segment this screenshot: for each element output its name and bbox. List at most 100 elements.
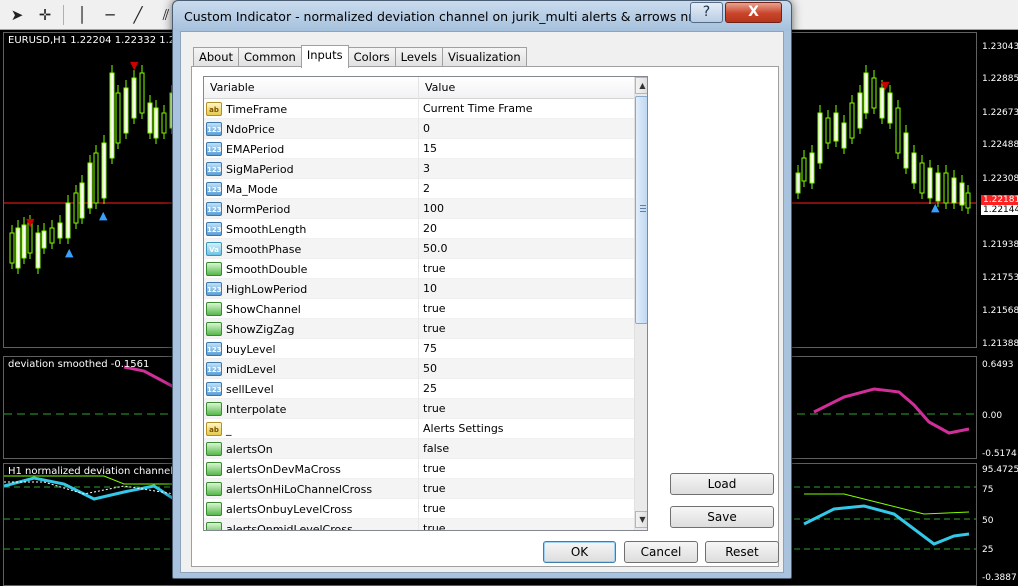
value-cell[interactable]: false <box>419 439 634 459</box>
value-cell[interactable]: 10 <box>419 279 634 299</box>
value-cell[interactable]: Alerts Settings <box>419 419 634 439</box>
dbl-type-icon: Va <box>206 242 222 256</box>
bool-type-icon <box>206 502 222 516</box>
value-cell[interactable]: true <box>419 459 634 479</box>
value-cell[interactable]: 100 <box>419 199 634 219</box>
value-cell[interactable]: true <box>419 519 634 530</box>
crosshair-icon[interactable]: ✛ <box>32 3 58 27</box>
variable-name: SmoothDouble <box>226 262 308 276</box>
deviation-label: deviation smoothed -0.1561 <box>8 359 150 370</box>
scroll-thumb[interactable] <box>635 96 647 324</box>
ok-button[interactable]: OK <box>543 541 616 563</box>
input-row[interactable]: 123 buyLevel 75 <box>204 339 634 359</box>
value-cell[interactable]: true <box>419 319 634 339</box>
input-row[interactable]: ab _ Alerts Settings <box>204 419 634 439</box>
variable-column-header[interactable]: Variable <box>204 77 419 99</box>
input-row[interactable]: 123 sellLevel 25 <box>204 379 634 399</box>
value-cell[interactable]: true <box>419 399 634 419</box>
bool-type-icon <box>206 402 222 416</box>
load-button[interactable]: Load <box>670 473 774 495</box>
tab-levels[interactable]: Levels <box>394 47 443 67</box>
tab-visualization[interactable]: Visualization <box>441 47 527 67</box>
input-row[interactable]: Interpolate true <box>204 399 634 419</box>
candle-body <box>41 230 47 249</box>
cancel-button[interactable]: Cancel <box>624 541 698 563</box>
scroll-down-button[interactable]: ▼ <box>635 511 647 528</box>
value-cell[interactable]: true <box>419 259 634 279</box>
input-row[interactable]: ShowZigZag true <box>204 319 634 339</box>
cursor-icon[interactable]: ➤ <box>4 3 30 27</box>
value-cell[interactable]: true <box>419 499 634 519</box>
grid-scrollbar[interactable]: ▲ ▼ <box>634 77 647 530</box>
vertical-line-icon[interactable]: │ <box>69 3 95 27</box>
input-row[interactable]: 123 Ma_Mode 2 <box>204 179 634 199</box>
value-cell[interactable]: Current Time Frame <box>419 99 634 119</box>
price-tick: 1.21938 <box>982 240 1018 250</box>
buy-arrow-icon: ▲ <box>99 209 108 222</box>
int-type-icon: 123 <box>206 382 222 396</box>
variable-name: buyLevel <box>226 342 276 356</box>
tab-common[interactable]: Common <box>238 47 302 67</box>
input-row[interactable]: 123 SigMaPeriod 3 <box>204 159 634 179</box>
scroll-up-button[interactable]: ▲ <box>635 77 647 94</box>
input-row[interactable]: ShowChannel true <box>204 299 634 319</box>
variable-cell: Va SmoothPhase <box>204 239 419 259</box>
tab-inputs[interactable]: Inputs <box>300 45 349 68</box>
buy-arrow-icon: ▲ <box>65 246 74 259</box>
reset-button[interactable]: Reset <box>705 541 779 563</box>
candle-body <box>35 232 41 269</box>
input-row[interactable]: 123 HighLowPeriod 10 <box>204 279 634 299</box>
input-row[interactable]: alertsOnbuyLevelCross true <box>204 499 634 519</box>
value-cell[interactable]: 3 <box>419 159 634 179</box>
value-column-header[interactable]: Value <box>419 77 634 99</box>
variable-cell: 123 midLevel <box>204 359 419 379</box>
input-row[interactable]: Va SmoothPhase 50.0 <box>204 239 634 259</box>
value-cell[interactable]: 20 <box>419 219 634 239</box>
input-row[interactable]: 123 NdoPrice 0 <box>204 119 634 139</box>
tab-about[interactable]: About <box>193 47 240 67</box>
value-cell[interactable]: 2 <box>419 179 634 199</box>
variable-cell: 123 EMAPeriod <box>204 139 419 159</box>
input-row[interactable]: 123 SmoothLength 20 <box>204 219 634 239</box>
input-row[interactable]: alertsOn false <box>204 439 634 459</box>
save-button[interactable]: Save <box>670 506 774 528</box>
variable-name: TimeFrame <box>226 102 288 116</box>
dialog-titlebar[interactable]: Custom Indicator - normalized deviation … <box>173 1 791 31</box>
value-cell[interactable]: 50 <box>419 359 634 379</box>
value-cell[interactable]: true <box>419 479 634 499</box>
input-row[interactable]: alertsOnHiLoChannelCross true <box>204 479 634 499</box>
candle-body <box>965 192 971 209</box>
help-button[interactable]: ? <box>690 2 723 23</box>
tab-colors[interactable]: Colors <box>347 47 396 67</box>
value-cell[interactable]: 0 <box>419 119 634 139</box>
value-cell[interactable]: 15 <box>419 139 634 159</box>
value-cell[interactable]: 50.0 <box>419 239 634 259</box>
trendline-icon[interactable]: ╱ <box>125 3 151 27</box>
close-button[interactable]: X <box>725 2 782 23</box>
value-cell[interactable]: 75 <box>419 339 634 359</box>
candle-body <box>841 122 847 149</box>
candle-body <box>943 172 949 204</box>
tab-strip: About Common Inputs Colors Levels Visual… <box>193 45 527 68</box>
input-row[interactable]: SmoothDouble true <box>204 259 634 279</box>
input-row[interactable]: alertsOnmidLevelCross true <box>204 519 634 530</box>
str-type-icon: ab <box>206 422 222 436</box>
input-row[interactable]: ab TimeFrame Current Time Frame <box>204 99 634 119</box>
horizontal-line-icon[interactable]: ─ <box>97 3 123 27</box>
variable-cell: alertsOn <box>204 439 419 459</box>
variable-name: SigMaPeriod <box>226 162 294 176</box>
candle-body <box>65 202 71 239</box>
int-type-icon: 123 <box>206 122 222 136</box>
int-type-icon: 123 <box>206 182 222 196</box>
value-cell[interactable]: true <box>419 299 634 319</box>
candle-body <box>857 92 863 129</box>
input-row[interactable]: 123 midLevel 50 <box>204 359 634 379</box>
input-row[interactable]: alertsOnDevMaCross true <box>204 459 634 479</box>
input-row[interactable]: 123 EMAPeriod 15 <box>204 139 634 159</box>
input-row[interactable]: 123 NormPeriod 100 <box>204 199 634 219</box>
price-tick: 1.23043 <box>982 42 1018 52</box>
value-cell[interactable]: 25 <box>419 379 634 399</box>
candle-body <box>863 72 869 114</box>
int-type-icon: 123 <box>206 202 222 216</box>
grip-icon <box>640 205 646 212</box>
